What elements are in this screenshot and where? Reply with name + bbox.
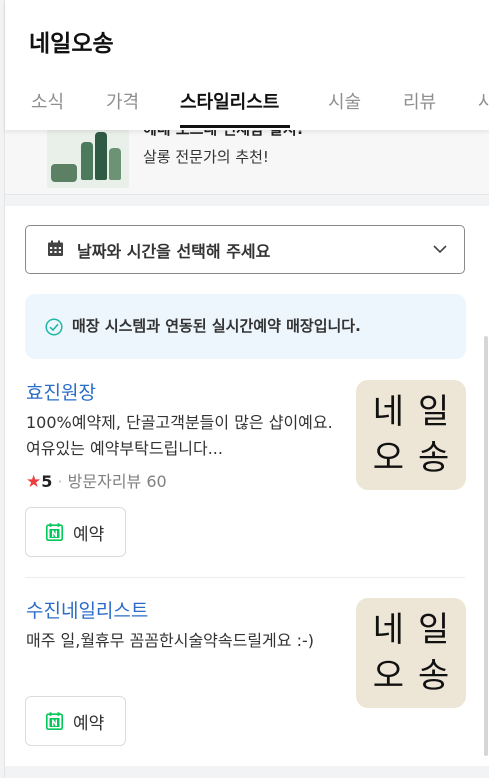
naver-booking-icon: [46, 712, 63, 730]
star-icon: ★: [26, 472, 42, 492]
stylist-divider: [25, 577, 465, 578]
date-time-select[interactable]: 날짜와 시간을 선택해 주세요: [25, 225, 465, 274]
book-button[interactable]: 예약: [25, 507, 126, 557]
scrollbar[interactable]: [484, 336, 488, 756]
tab-review[interactable]: 리뷰: [403, 88, 436, 114]
thumbnail-text-line1: 네일: [372, 610, 464, 650]
stylist-rating: ★5 · 방문자리뷰 60: [26, 468, 167, 492]
naver-booking-icon: [46, 523, 63, 541]
calendar-icon: [48, 240, 63, 256]
promo-product-image: [47, 124, 129, 188]
tab-service[interactable]: 시술: [328, 88, 361, 114]
tab-news[interactable]: 소식: [31, 88, 64, 114]
stylist-name[interactable]: 수진네일리스트: [26, 596, 148, 623]
tab-bar: 소식 가격 스타일리스트 시술 리뷰 사: [5, 86, 489, 130]
book-button[interactable]: 예약: [25, 696, 126, 746]
realtime-booking-notice: 매장 시스템과 연동된 실시간예약 매장입니다.: [25, 294, 466, 359]
separator-dot: ·: [57, 472, 63, 491]
date-time-placeholder: 날짜와 시간을 선택해 주세요: [77, 242, 271, 261]
stylist-description: 100%예약제, 단골고객분들이 많은 샵이예요. 여유있는 예약부탁드립니다.…: [26, 413, 333, 458]
chevron-down-icon: [433, 245, 447, 254]
stylist-description: 매주 일,월휴무 꼼꼼한시술약속드릴게요 :-): [26, 631, 314, 650]
notice-text: 매장 시스템과 연동된 실시간예약 매장입니다.: [72, 317, 361, 335]
stylist-name[interactable]: 효진원장: [26, 378, 96, 405]
stylist-thumbnail[interactable]: 네일 오송: [356, 380, 466, 490]
check-circle-icon: [45, 318, 63, 336]
promo-subtext: 살롱 전문가의 추천!: [143, 148, 269, 166]
book-button-label: 예약: [73, 714, 105, 734]
tab-price[interactable]: 가격: [106, 88, 139, 114]
thumbnail-text-line1: 네일: [372, 392, 464, 432]
thumbnail-text-line2: 오송: [372, 438, 464, 478]
tab-photo[interactable]: 사: [478, 88, 489, 114]
stylist-thumbnail[interactable]: 네일 오송: [356, 598, 466, 708]
book-button-label: 예약: [73, 525, 105, 545]
rating-score: 5: [41, 472, 53, 491]
tab-stylist[interactable]: 스타일리스트: [180, 88, 279, 114]
visitor-review-count[interactable]: 방문자리뷰 60: [68, 472, 167, 491]
top-header: 네일오송 소식 가격 스타일리스트 시술 리뷰 사: [5, 0, 489, 130]
thumbnail-text-line2: 오송: [372, 656, 464, 696]
page-title: 네일오송: [29, 31, 114, 57]
active-tab-indicator: [180, 125, 290, 128]
stylist-card: 날짜와 시간을 선택해 주세요 매장 시스템과 연동된 실시간예약 매장입니다.…: [5, 206, 489, 766]
